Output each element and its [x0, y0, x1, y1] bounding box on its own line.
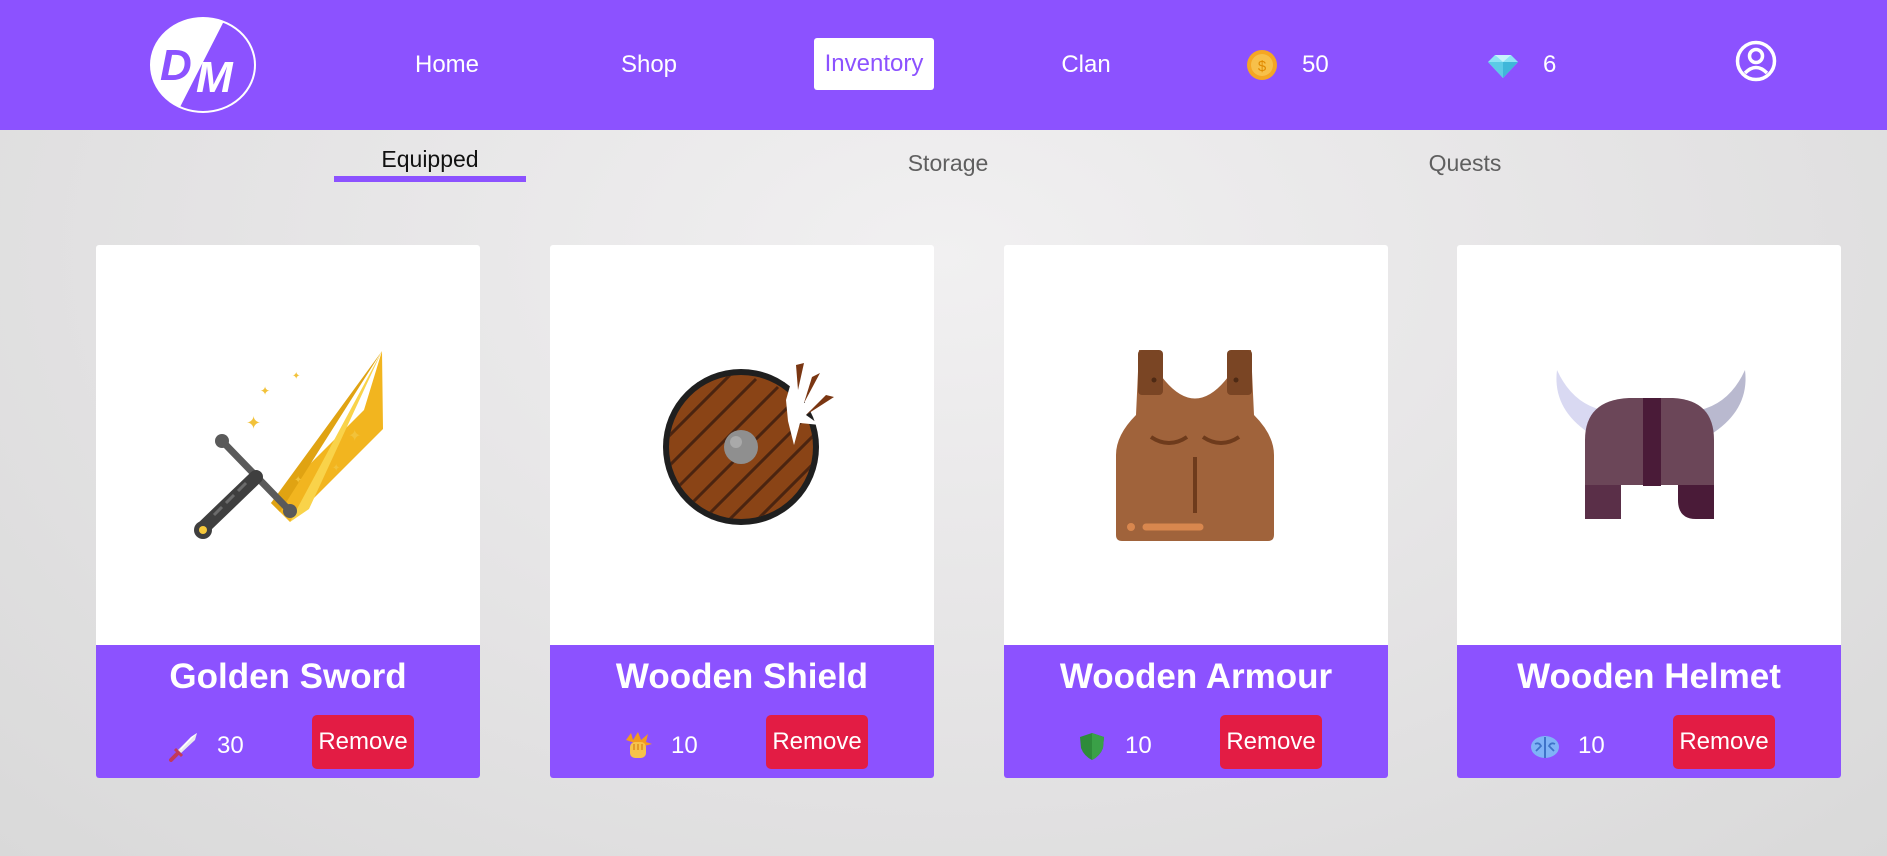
svg-text:✦: ✦ [292, 371, 300, 382]
gem-balance: 6 [1487, 45, 1556, 85]
coin-balance: $ 50 [1246, 45, 1329, 85]
item-name: Golden Sword [169, 657, 407, 696]
user-circle-icon [1735, 40, 1777, 82]
active-tab-indicator [334, 176, 526, 182]
remove-button[interactable]: Remove [1220, 715, 1322, 769]
remove-button[interactable]: Remove [1673, 715, 1775, 769]
svg-text:✦: ✦ [260, 384, 270, 398]
item-card: Wooden Armour 10 Remove [1004, 245, 1388, 778]
tab-equipped[interactable]: Equipped [334, 141, 526, 177]
gem-count: 6 [1543, 51, 1557, 78]
item-footer: Wooden Helmet 10 Remove [1457, 645, 1841, 778]
svg-text:✦: ✦ [294, 475, 302, 486]
nav-inventory[interactable]: Inventory [814, 38, 934, 90]
item-name: Wooden Shield [615, 657, 869, 696]
item-name: Wooden Armour [1059, 657, 1333, 696]
nav-shop[interactable]: Shop [610, 40, 688, 90]
svg-text:D: D [160, 41, 192, 90]
remove-button[interactable]: Remove [766, 715, 868, 769]
fist-icon [626, 732, 652, 758]
item-footer: Golden Sword 30 Remove [96, 645, 480, 778]
nav-home[interactable]: Home [400, 40, 494, 90]
nav-clan[interactable]: Clan [1054, 40, 1118, 90]
top-navbar: D M Home Shop Inventory Clan $ 50 6 [0, 0, 1887, 130]
tab-quests[interactable]: Quests [1402, 145, 1528, 181]
brain-icon [1531, 736, 1559, 758]
wooden-shield-icon [663, 363, 834, 525]
profile-button[interactable] [1735, 40, 1777, 82]
coin-count: 50 [1302, 51, 1329, 78]
svg-text:M: M [196, 53, 234, 102]
shield-icon [1080, 733, 1104, 760]
item-name: Wooden Helmet [1517, 657, 1781, 696]
tab-storage[interactable]: Storage [880, 145, 1016, 181]
item-image [1004, 245, 1388, 645]
golden-sword-icon: ✦ ✦ ✦ ✦ ✦ ✦ [194, 351, 383, 539]
svg-text:✦: ✦ [348, 428, 361, 445]
remove-button[interactable]: Remove [312, 715, 414, 769]
svg-text:✦: ✦ [332, 463, 340, 474]
item-footer: Wooden Shield 10 Remove [550, 645, 934, 778]
coin-icon: $ [1247, 50, 1277, 80]
diamond-icon [1488, 55, 1518, 78]
item-stat-value: 10 [1125, 732, 1152, 759]
item-stat-value: 10 [1578, 732, 1605, 759]
item-card: Wooden Helmet 10 Remove [1457, 245, 1841, 778]
item-stat-value: 10 [671, 732, 698, 759]
sword-icon [169, 733, 197, 762]
svg-text:$: $ [1258, 58, 1267, 75]
item-image [1457, 245, 1841, 645]
item-stat-value: 30 [217, 732, 244, 759]
item-card: ✦ ✦ ✦ ✦ ✦ ✦ Golden Sword 30 Remove [96, 245, 480, 778]
item-footer: Wooden Armour 10 Remove [1004, 645, 1388, 778]
item-image: ✦ ✦ ✦ ✦ ✦ ✦ [96, 245, 480, 645]
dm-logo[interactable]: D M [150, 17, 256, 117]
item-image [550, 245, 934, 645]
wooden-armour-icon [1116, 350, 1274, 541]
svg-text:✦: ✦ [246, 413, 261, 433]
item-card: Wooden Shield 10 Remove [550, 245, 934, 778]
wooden-helmet-icon [1556, 370, 1746, 519]
